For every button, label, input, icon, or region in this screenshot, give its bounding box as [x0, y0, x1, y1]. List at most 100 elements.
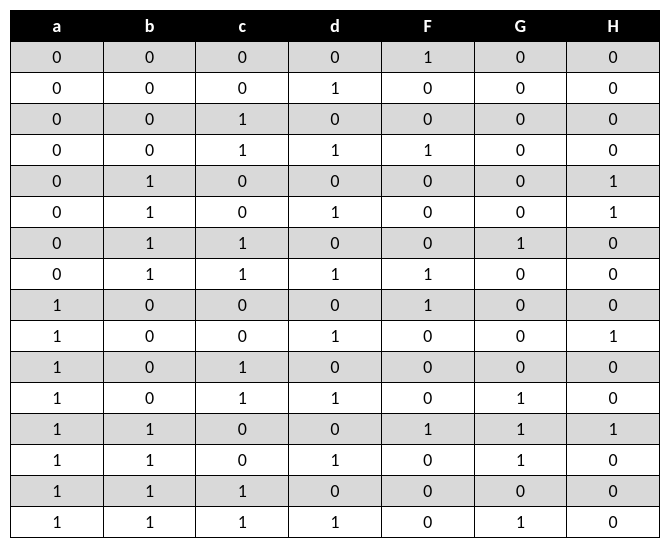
table-cell: 1 — [381, 42, 474, 73]
table-cell: 0 — [103, 383, 196, 414]
table-cell: 0 — [381, 166, 474, 197]
table-cell: 1 — [289, 73, 382, 104]
table-cell: 1 — [381, 414, 474, 445]
table-cell: 1 — [11, 321, 104, 352]
table-cell: 1 — [103, 259, 196, 290]
table-cell: 0 — [103, 321, 196, 352]
table-cell: 1 — [103, 445, 196, 476]
col-header-c: c — [196, 11, 289, 42]
table-row: 0101001 — [11, 197, 660, 228]
col-header-a: a — [11, 11, 104, 42]
table-cell: 0 — [381, 104, 474, 135]
table-cell: 0 — [381, 197, 474, 228]
table-cell: 1 — [289, 383, 382, 414]
table-cell: 0 — [474, 73, 567, 104]
col-header-f: F — [381, 11, 474, 42]
table-cell: 0 — [381, 476, 474, 507]
table-row: 0110010 — [11, 228, 660, 259]
table-cell: 1 — [196, 228, 289, 259]
table-cell: 1 — [196, 476, 289, 507]
table-cell: 1 — [196, 135, 289, 166]
table-cell: 0 — [289, 290, 382, 321]
table-cell: 0 — [11, 197, 104, 228]
col-header-b: b — [103, 11, 196, 42]
table-cell: 0 — [196, 73, 289, 104]
table-cell: 0 — [11, 259, 104, 290]
table-row: 1100111 — [11, 414, 660, 445]
table-cell: 1 — [11, 476, 104, 507]
table-cell: 0 — [103, 135, 196, 166]
table-cell: 1 — [11, 383, 104, 414]
table-cell: 0 — [474, 352, 567, 383]
table-cell: 0 — [567, 259, 660, 290]
table-cell: 0 — [474, 476, 567, 507]
table-cell: 1 — [289, 321, 382, 352]
table-cell: 0 — [196, 197, 289, 228]
table-cell: 1 — [474, 383, 567, 414]
table-cell: 1 — [381, 135, 474, 166]
table-cell: 0 — [289, 352, 382, 383]
table-row: 1111010 — [11, 507, 660, 538]
table-cell: 0 — [289, 104, 382, 135]
table-cell: 1 — [103, 414, 196, 445]
table-cell: 0 — [103, 290, 196, 321]
table-cell: 0 — [11, 73, 104, 104]
table-cell: 1 — [381, 259, 474, 290]
table-cell: 1 — [196, 383, 289, 414]
table-cell: 0 — [474, 197, 567, 228]
table-cell: 0 — [567, 42, 660, 73]
table-row: 1110000 — [11, 476, 660, 507]
col-header-d: d — [289, 11, 382, 42]
table-row: 1011010 — [11, 383, 660, 414]
table-cell: 0 — [381, 73, 474, 104]
table-body: 0000100000100000100000011100010000101010… — [11, 42, 660, 538]
table-cell: 0 — [381, 507, 474, 538]
table-cell: 1 — [11, 290, 104, 321]
table-cell: 1 — [474, 445, 567, 476]
table-cell: 0 — [567, 135, 660, 166]
truth-table: a b c d F G H 00001000001000001000000111… — [10, 10, 660, 538]
table-cell: 1 — [11, 507, 104, 538]
table-cell: 0 — [381, 445, 474, 476]
table-row: 0010000 — [11, 104, 660, 135]
table-cell: 0 — [11, 166, 104, 197]
table-cell: 1 — [289, 197, 382, 228]
table-row: 1001001 — [11, 321, 660, 352]
table-cell: 0 — [289, 228, 382, 259]
table-cell: 1 — [103, 228, 196, 259]
table-cell: 0 — [103, 42, 196, 73]
table-cell: 1 — [289, 259, 382, 290]
table-cell: 1 — [196, 352, 289, 383]
table-cell: 1 — [567, 197, 660, 228]
table-cell: 0 — [567, 383, 660, 414]
table-row: 1000100 — [11, 290, 660, 321]
table-cell: 0 — [474, 259, 567, 290]
table-cell: 0 — [567, 73, 660, 104]
table-cell: 0 — [474, 166, 567, 197]
table-cell: 0 — [11, 228, 104, 259]
table-cell: 0 — [381, 352, 474, 383]
table-cell: 0 — [567, 104, 660, 135]
col-header-h: H — [567, 11, 660, 42]
table-cell: 1 — [474, 228, 567, 259]
table-cell: 0 — [474, 135, 567, 166]
table-cell: 1 — [381, 290, 474, 321]
table-cell: 0 — [196, 321, 289, 352]
table-cell: 1 — [289, 507, 382, 538]
table-cell: 0 — [381, 321, 474, 352]
table-cell: 1 — [11, 414, 104, 445]
table-cell: 0 — [289, 166, 382, 197]
table-cell: 1 — [196, 507, 289, 538]
table-cell: 0 — [474, 321, 567, 352]
table-cell: 0 — [196, 166, 289, 197]
table-cell: 0 — [567, 507, 660, 538]
table-cell: 0 — [11, 42, 104, 73]
table-cell: 1 — [11, 352, 104, 383]
table-row: 0011100 — [11, 135, 660, 166]
table-cell: 0 — [289, 414, 382, 445]
table-row: 1010000 — [11, 352, 660, 383]
table-cell: 0 — [474, 290, 567, 321]
table-cell: 1 — [289, 445, 382, 476]
table-cell: 0 — [474, 104, 567, 135]
col-header-g: G — [474, 11, 567, 42]
